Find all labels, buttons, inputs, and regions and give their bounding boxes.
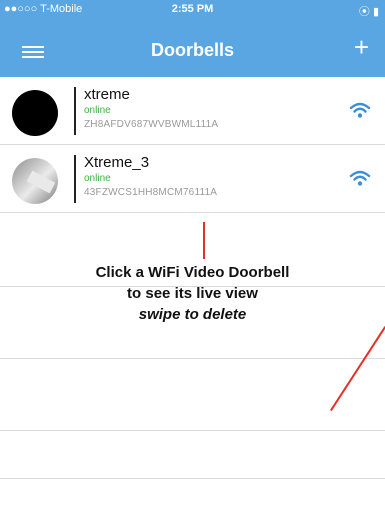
nav-bar: Doorbells + <box>0 20 385 77</box>
doorbell-avatar <box>12 90 58 136</box>
instruction-line: to see its live view <box>127 285 258 302</box>
instruction-line: Click a WiFi Video Doorbell <box>95 264 290 281</box>
annotation-pointer-line <box>203 222 205 259</box>
doorbell-row[interactable]: xtreme online ZH8AFDV687WVBWML111A <box>0 77 385 145</box>
doorbell-name: Xtreme_3 <box>84 154 150 171</box>
instruction-line: swipe to delete <box>138 306 247 323</box>
battery-indicator: ⦿ ▮ <box>358 6 379 18</box>
doorbell-status: online <box>84 105 111 116</box>
wifi-icon[interactable] <box>349 169 371 187</box>
add-doorbell-button[interactable]: + <box>354 34 369 60</box>
doorbell-row[interactable]: Xtreme_3 online 43FZWCS1HH8MCM76111A <box>0 145 385 213</box>
doorbell-serial: ZH8AFDV687WVBWML111A <box>84 119 219 130</box>
status-bar: ●●○○○ T-Mobile 2:55 PM ⦿ ▮ <box>0 0 385 20</box>
divider <box>74 155 76 203</box>
wifi-icon[interactable] <box>349 101 371 119</box>
divider <box>74 87 76 135</box>
list-separator <box>0 430 385 431</box>
doorbell-status: online <box>84 173 111 184</box>
instruction-text: Click a WiFi Video Doorbell to see its l… <box>0 262 385 325</box>
doorbell-avatar <box>12 158 58 204</box>
list-separator <box>0 478 385 479</box>
annotation-pointer-line <box>330 326 385 412</box>
list-separator <box>0 358 385 359</box>
status-time: 2:55 PM <box>171 3 214 15</box>
doorbell-name: xtreme <box>84 86 130 103</box>
doorbell-serial: 43FZWCS1HH8MCM76111A <box>84 187 218 198</box>
page-title: Doorbells <box>150 40 234 60</box>
